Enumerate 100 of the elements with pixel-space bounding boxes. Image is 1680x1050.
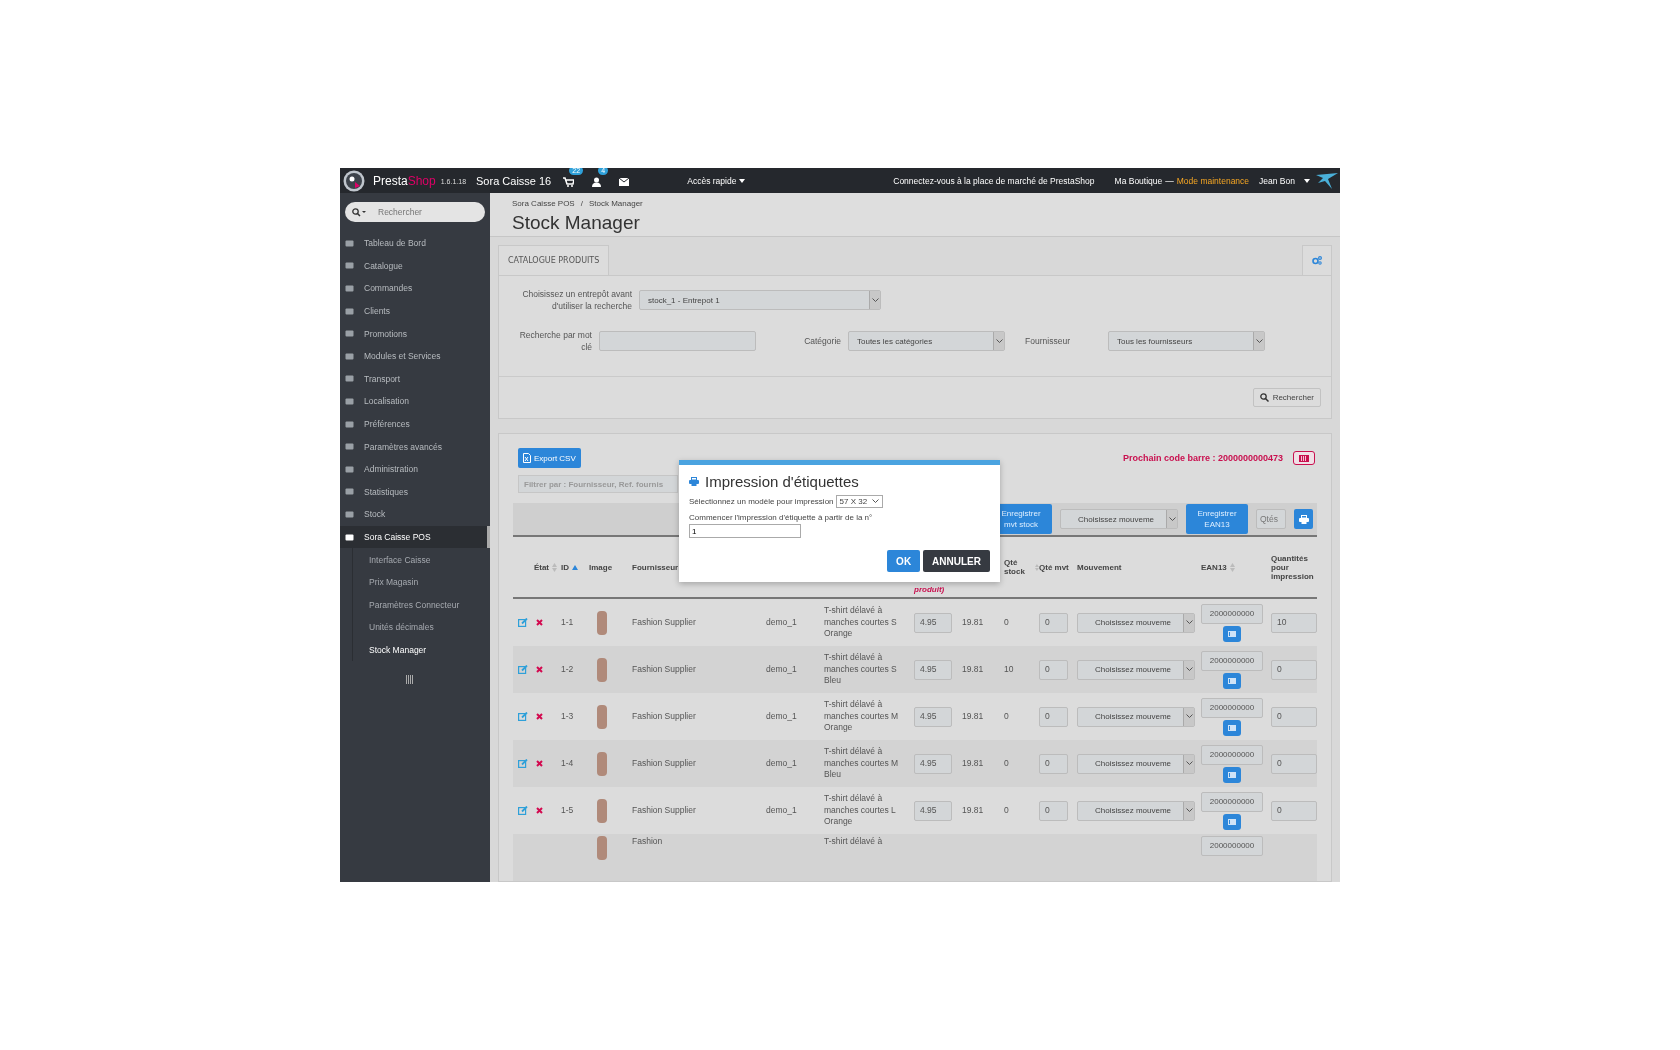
quantity-field[interactable]: 0 xyxy=(1039,612,1068,633)
movement-select[interactable]: Choisissez mouveme xyxy=(1077,753,1195,774)
cancel-button[interactable]: ANNULER xyxy=(923,550,990,572)
sort-ascending-icon[interactable] xyxy=(572,564,578,570)
menu-icon xyxy=(345,306,354,316)
caret-down-icon xyxy=(739,178,746,183)
export-csv-button[interactable]: Export CSV xyxy=(518,448,581,468)
search-button[interactable]: Rechercher xyxy=(1252,388,1321,407)
table-cell: 19.81 xyxy=(962,804,984,817)
breadcrumb-link[interactable]: Sora Caisse POS xyxy=(512,199,575,208)
sidebar-item[interactable]: Clients xyxy=(340,299,490,323)
sidebar-item[interactable]: Commandes xyxy=(340,277,490,300)
submenu-item[interactable]: Stock Manager xyxy=(353,638,490,662)
sidebar-item[interactable]: Tableau de Bord xyxy=(340,232,490,255)
edit-icon[interactable] xyxy=(518,759,528,768)
edit-icon[interactable] xyxy=(518,665,528,674)
ean13-field[interactable]: 2000000000 xyxy=(1201,791,1263,812)
marketplace-link[interactable]: Connectez-vous à la place de marché de PrestaShop xyxy=(893,175,1095,186)
movement-select[interactable]: Choisissez mouveme xyxy=(1077,706,1195,727)
sidebar-item[interactable]: Transport xyxy=(340,367,490,391)
barcode-button[interactable] xyxy=(1293,451,1315,465)
print-quantity-field[interactable]: 0 xyxy=(1271,800,1317,821)
ean13-field[interactable]: 2000000000 xyxy=(1201,650,1263,671)
ean13-field[interactable]: 2000000000 xyxy=(1201,603,1263,624)
movement-select[interactable]: Choisissez mouveme xyxy=(1060,509,1178,529)
sidebar-item[interactable]: Statistiques xyxy=(340,480,490,504)
delete-icon[interactable] xyxy=(536,619,543,626)
delete-icon[interactable] xyxy=(536,713,543,720)
barcode-button[interactable] xyxy=(1223,813,1241,830)
movement-select[interactable]: Choisissez mouveme xyxy=(1077,612,1195,633)
quantity-field[interactable]: 0 xyxy=(1039,800,1068,821)
settings-button[interactable] xyxy=(1302,245,1332,275)
submenu-item[interactable]: Interface Caisse xyxy=(353,548,490,571)
submenu-item[interactable]: Prix Magasin xyxy=(353,570,490,594)
save-ean13-button[interactable]: Enregistrer EAN13 xyxy=(1186,504,1248,534)
delete-icon[interactable] xyxy=(536,760,543,767)
submenu-item[interactable]: Paramètres Connecteur xyxy=(353,593,490,617)
ean13-field[interactable]: 2000000000 xyxy=(1201,836,1263,856)
quantity-field[interactable]: 0 xyxy=(1039,753,1068,774)
price-field[interactable]: 4.95 xyxy=(914,659,952,680)
brand-name[interactable]: PrestaShop xyxy=(373,173,436,188)
price-field[interactable]: 4.95 xyxy=(914,753,952,774)
envelope-icon[interactable] xyxy=(619,178,630,186)
barcode-button[interactable] xyxy=(1223,719,1241,736)
keyword-field[interactable] xyxy=(599,331,756,351)
table-cell: demo_1 xyxy=(766,710,797,723)
sidebar-item[interactable]: Paramètres avancés xyxy=(340,435,490,458)
print-quantity-field[interactable]: 10 xyxy=(1271,612,1317,633)
sidebar-item[interactable]: Localisation xyxy=(340,390,490,413)
menu-icon xyxy=(345,532,354,542)
category-select[interactable]: Toutes les catégories xyxy=(848,331,1005,351)
print-quantity-field[interactable]: 0 xyxy=(1271,706,1317,727)
barcode-button[interactable] xyxy=(1223,672,1241,689)
print-quantity-field[interactable]: 0 xyxy=(1271,753,1317,774)
search-field[interactable]: Rechercher xyxy=(345,202,485,222)
shop-link[interactable]: Ma Boutique xyxy=(1114,175,1163,186)
table-cell: 0 xyxy=(1004,616,1009,629)
barcode-button[interactable] xyxy=(1223,625,1241,642)
quantity-field[interactable]: 0 xyxy=(1039,706,1068,727)
price-field[interactable]: 4.95 xyxy=(914,706,952,727)
filter-field[interactable]: Filtrer par : Fournisseur, Ref. fournis xyxy=(518,475,678,493)
user-menu[interactable]: Jean Bon xyxy=(1259,175,1295,186)
sidebar-item[interactable]: Catalogue xyxy=(340,254,490,278)
quantity-field[interactable]: Qtés xyxy=(1256,509,1286,529)
edit-icon[interactable] xyxy=(518,712,528,721)
panel-tab[interactable]: CATALOGUE PRODUITS xyxy=(498,245,610,275)
supplier-select[interactable]: Tous les fournisseurs xyxy=(1108,331,1265,351)
edit-icon[interactable] xyxy=(518,806,528,815)
edit-icon[interactable] xyxy=(518,618,528,627)
price-field[interactable]: 4.95 xyxy=(914,612,952,633)
submenu-item[interactable]: Unités décimales xyxy=(353,616,490,639)
delete-icon[interactable] xyxy=(536,807,543,814)
sidebar-item[interactable]: Stock xyxy=(340,503,490,526)
ok-button[interactable]: OK xyxy=(887,550,921,572)
movement-select[interactable]: Choisissez mouveme xyxy=(1077,659,1195,680)
bars-icon[interactable] xyxy=(406,675,414,685)
maintenance-link[interactable]: Mode maintenance xyxy=(1176,175,1250,186)
price-field[interactable]: 4.95 xyxy=(914,800,952,821)
sidebar-item[interactable]: Préférences xyxy=(340,412,490,436)
sidebar-item[interactable]: Administration xyxy=(340,457,490,481)
user-icon[interactable] xyxy=(592,177,602,187)
print-quantity-field[interactable]: 0 xyxy=(1271,659,1317,680)
movement-select[interactable]: Choisissez mouveme xyxy=(1077,800,1195,821)
breadcrumb-link[interactable]: Stock Manager xyxy=(588,199,643,208)
sidebar-item[interactable]: Promotions xyxy=(340,322,490,345)
ean13-field[interactable]: 2000000000 xyxy=(1201,744,1263,765)
settings-icon xyxy=(1312,256,1322,265)
barcode-button[interactable] xyxy=(1223,766,1241,783)
sidebar-item[interactable]: Modules et Services xyxy=(340,344,490,368)
warehouse-select[interactable]: stock_1 - Entrepot 1 xyxy=(639,290,881,310)
start-number-field[interactable]: 1 xyxy=(689,524,801,538)
quantity-field[interactable]: 0 xyxy=(1039,659,1068,680)
ean13-field[interactable]: 2000000000 xyxy=(1201,697,1263,718)
search-icon[interactable] xyxy=(352,208,366,217)
template-select[interactable]: 57 X 32 xyxy=(835,495,884,508)
cart-icon[interactable] xyxy=(563,177,575,187)
quick-access-menu[interactable]: Accès rapide xyxy=(687,175,737,186)
sidebar-item[interactable]: Sora Caisse POS xyxy=(340,525,490,549)
delete-icon[interactable] xyxy=(536,666,543,673)
print-button[interactable] xyxy=(1294,509,1313,529)
